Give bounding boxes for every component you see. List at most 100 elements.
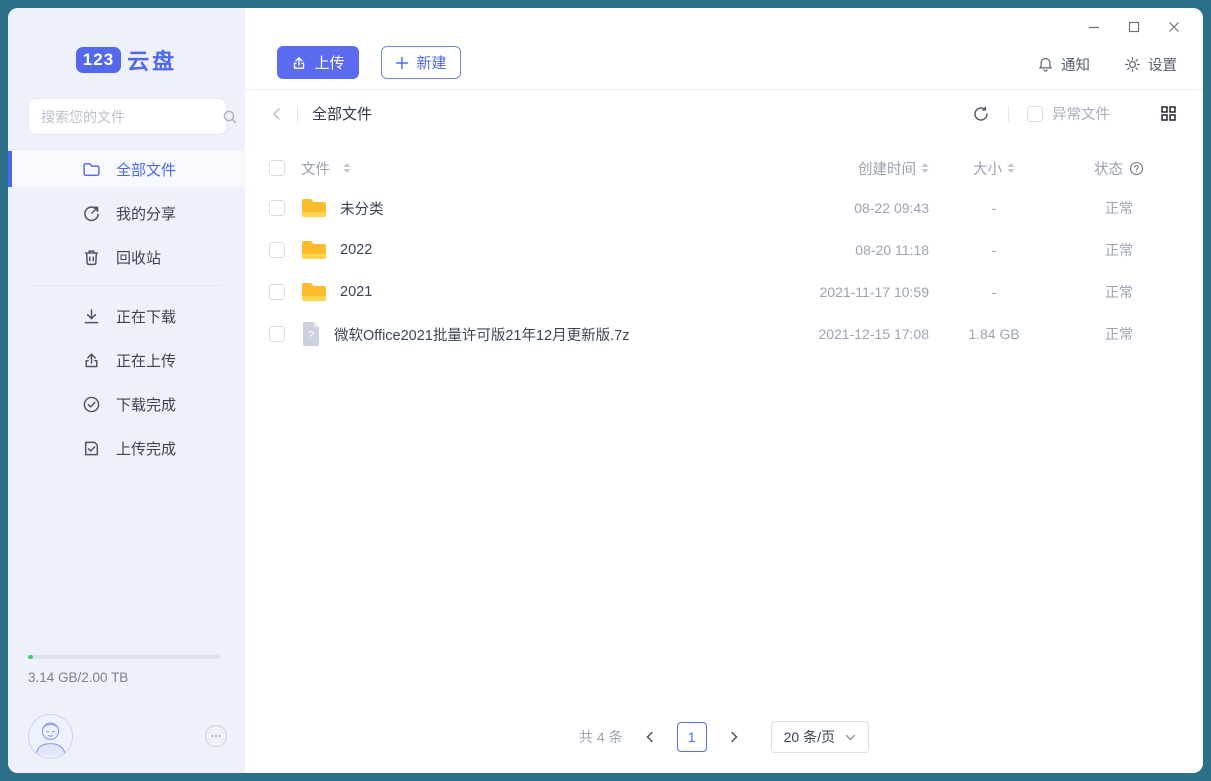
table-row[interactable]: ? 微软Office2021批量许可版21年12月更新版.7z 2021-12-… [245,313,1203,355]
file-created: 08-20 11:18 [779,242,929,258]
header-created: 创建时间 [858,158,916,179]
file-status: 正常 [1059,198,1179,218]
download-done-icon [82,395,101,414]
user-row [28,711,227,761]
file-created: 08-22 09:43 [779,200,929,216]
row-checkbox[interactable] [269,326,285,342]
file-name: 微软Office2021批量许可版21年12月更新版.7z [334,324,629,345]
logo-text: 云盘 [127,44,177,76]
app-logo: 123 云盘 [8,44,245,76]
sidebar-item-label: 全部文件 [116,159,176,180]
table-row[interactable]: 未分类 08-22 09:43 - 正常 [245,187,1203,229]
search-box[interactable] [28,98,227,135]
grid-view-icon[interactable] [1160,105,1177,122]
sidebar-item-label: 下载完成 [116,394,176,415]
file-name: 2022 [340,242,372,258]
folder-yellow-icon [301,239,327,261]
path-divider [297,106,298,122]
settings-label: 设置 [1148,54,1177,75]
prev-page-icon[interactable] [643,730,657,744]
sidebar-item-recycle-bin[interactable]: 回收站 [8,239,245,275]
file-size: 1.84 GB [929,326,1059,342]
upload-icon [82,351,101,370]
path-bar: 全部文件 异常文件 [245,89,1203,137]
abnormal-files-toggle[interactable]: 异常文件 [1027,103,1110,124]
avatar[interactable] [28,714,73,759]
sidebar: 123 云盘 全部文件 [8,8,245,773]
sidebar-item-downloading[interactable]: 正在下载 [8,298,245,334]
storage-label: 3.14 GB/2.00 TB [28,670,220,685]
abnormal-files-checkbox[interactable] [1027,106,1043,122]
download-icon [82,307,101,326]
status-help-icon[interactable] [1129,161,1144,176]
file-size: - [929,200,1059,216]
breadcrumb: 全部文件 [312,103,372,124]
sidebar-item-label: 正在上传 [116,350,176,371]
table-row[interactable]: 2022 08-20 11:18 - 正常 [245,229,1203,271]
header-status: 状态 [1094,158,1123,179]
logo-badge: 123 [76,47,121,73]
folder-yellow-icon [301,281,327,303]
file-size: - [929,284,1059,300]
search-input[interactable] [41,109,222,125]
sidebar-item-upload-complete[interactable]: 上传完成 [8,430,245,466]
sidebar-item-uploading[interactable]: 正在上传 [8,342,245,378]
main-panel: 上传 新建 通知 [245,8,1203,773]
row-checkbox[interactable] [269,200,285,216]
notifications-label: 通知 [1061,54,1090,75]
sidebar-item-label: 正在下载 [116,306,176,327]
sort-file-icon[interactable] [343,163,351,173]
header-size: 大小 [973,158,1002,179]
app-window: 123 云盘 全部文件 [8,8,1203,773]
bell-icon [1037,56,1054,73]
storage-progress-bar [28,655,220,659]
unknown-file-icon: ? [301,322,321,346]
new-button[interactable]: 新建 [381,46,461,79]
more-options-button[interactable] [205,725,227,747]
sidebar-item-label: 回收站 [116,247,161,268]
folder-yellow-icon [301,197,327,219]
sidebar-item-label: 上传完成 [116,438,176,459]
upload-done-icon [82,439,101,458]
sidebar-item-my-shares[interactable]: 我的分享 [8,195,245,231]
abnormal-files-label: 异常文件 [1052,103,1110,124]
select-all-checkbox[interactable] [269,160,285,176]
settings-button[interactable]: 设置 [1124,54,1177,75]
file-size: - [929,242,1059,258]
upload-button-label: 上传 [314,52,344,73]
sidebar-item-download-complete[interactable]: 下载完成 [8,386,245,422]
table-row[interactable]: 2021 2021-11-17 10:59 - 正常 [245,271,1203,313]
next-page-icon[interactable] [727,730,741,744]
table-header: 文件 创建时间 大小 状态 [245,149,1203,187]
file-status: 正常 [1059,240,1179,260]
file-created: 2021-11-17 10:59 [779,284,929,300]
maximize-button[interactable] [1127,20,1141,34]
sidebar-item-all-files[interactable]: 全部文件 [8,151,245,187]
upload-tray-icon [291,55,307,71]
trash-icon [82,248,101,267]
row-checkbox[interactable] [269,242,285,258]
sort-size-icon[interactable] [1007,163,1015,173]
minimize-button[interactable] [1087,20,1101,34]
pathbar-actions-divider [1008,106,1009,122]
file-status: 正常 [1059,324,1179,344]
sidebar-item-label: 我的分享 [116,203,176,224]
header-file: 文件 [301,158,330,179]
file-name: 未分类 [340,198,384,219]
page-size-select[interactable]: 20 条/页 [771,721,869,753]
gear-icon [1124,56,1141,73]
toolbar-right: 通知 设置 [1037,54,1177,79]
page-number-button[interactable]: 1 [677,722,707,752]
plus-icon [395,56,409,70]
row-checkbox[interactable] [269,284,285,300]
page-size-value: 20 条/页 [784,727,835,747]
file-list: 未分类 08-22 09:43 - 正常 2022 08- [245,187,1203,773]
upload-button[interactable]: 上传 [277,46,359,79]
sidebar-divider [30,285,220,286]
back-icon[interactable] [269,106,285,122]
refresh-icon[interactable] [972,105,990,123]
notifications-button[interactable]: 通知 [1037,54,1090,75]
close-button[interactable] [1167,20,1181,34]
sort-created-icon[interactable] [921,163,929,173]
pathbar-actions: 异常文件 [972,103,1177,124]
